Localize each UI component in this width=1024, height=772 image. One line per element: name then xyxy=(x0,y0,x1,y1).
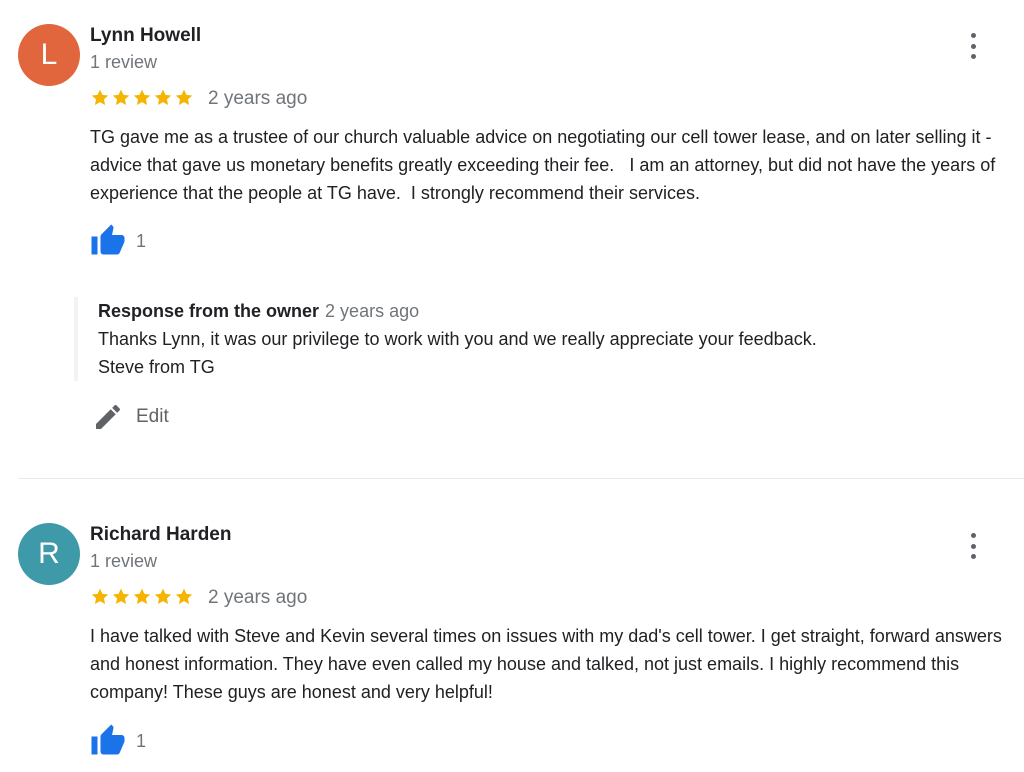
owner-response: Response from the owner 2 years ago Thank… xyxy=(74,297,974,381)
reviewer-name[interactable]: Richard Harden xyxy=(90,524,231,546)
review-text: TG gave me as a trustee of our church va… xyxy=(90,127,1001,203)
review-count[interactable]: 1 review xyxy=(90,551,157,572)
review-text: I have talked with Steve and Kevin sever… xyxy=(90,626,1007,702)
more-vert-icon[interactable] xyxy=(962,531,984,561)
review-date: 2 years ago xyxy=(208,587,308,608)
star-icon xyxy=(175,89,193,106)
thumbs-up-icon xyxy=(90,723,126,759)
edit-label: Edit xyxy=(136,406,169,427)
divider xyxy=(18,478,1024,479)
star-icon xyxy=(91,588,109,605)
owner-response-text: Thanks Lynn, it was our privilege to wor… xyxy=(98,329,817,377)
star-rating xyxy=(90,587,194,607)
avatar[interactable]: R xyxy=(18,523,80,585)
star-icon xyxy=(175,588,193,605)
star-icon xyxy=(91,89,109,106)
star-icon xyxy=(112,588,130,605)
star-rating xyxy=(90,88,194,108)
star-icon xyxy=(154,89,172,106)
owner-response-date: 2 years ago xyxy=(325,301,420,321)
review-date: 2 years ago xyxy=(208,88,308,109)
like-count: 1 xyxy=(136,730,147,751)
thumbs-up-icon xyxy=(90,223,126,259)
star-icon xyxy=(154,588,172,605)
like-button[interactable]: 1 xyxy=(90,223,146,259)
pencil-icon xyxy=(92,401,124,433)
star-icon xyxy=(133,89,151,106)
avatar[interactable]: L xyxy=(18,24,80,86)
reviewer-name[interactable]: Lynn Howell xyxy=(90,25,201,47)
review-count[interactable]: 1 review xyxy=(90,52,157,73)
like-count: 1 xyxy=(136,230,147,251)
like-button[interactable]: 1 xyxy=(90,723,146,759)
star-icon xyxy=(112,89,130,106)
more-vert-icon[interactable] xyxy=(962,31,984,61)
star-icon xyxy=(133,588,151,605)
edit-button[interactable]: Edit xyxy=(92,401,169,433)
owner-response-title: Response from the owner xyxy=(98,301,320,321)
